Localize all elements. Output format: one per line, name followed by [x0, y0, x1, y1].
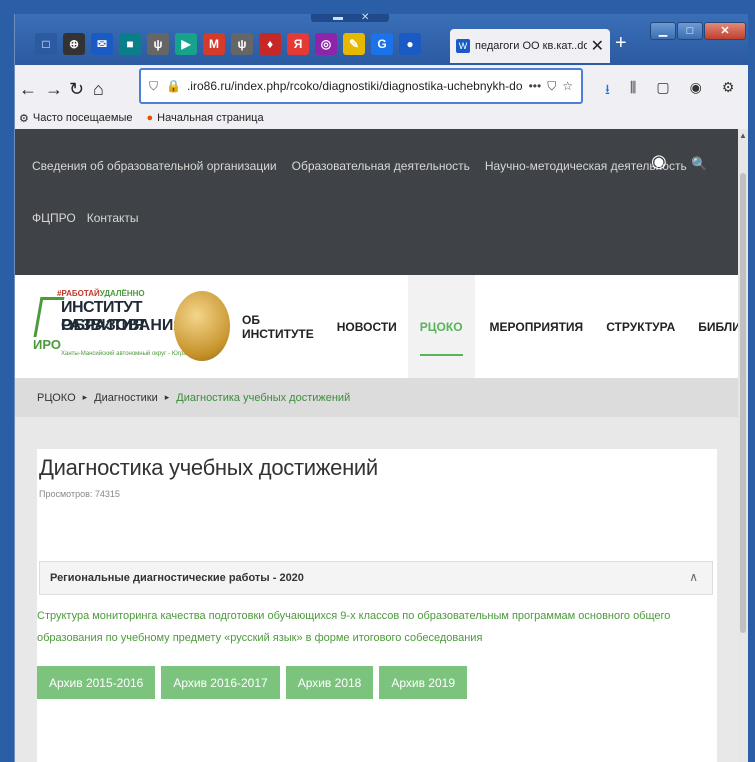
bookmark-most-visited[interactable]: ⚙ Часто посещаемые — [19, 112, 132, 125]
breadcrumb-item-current: Диагностика учебных достижений — [176, 391, 351, 404]
main-content: Диагностика учебных достижений Просмотро… — [37, 449, 717, 762]
scroll-up-icon[interactable]: ▲ — [739, 131, 747, 140]
tab-icon-12[interactable]: ✎ — [343, 33, 365, 55]
logo-region: Ханты-Мансийский автономный округ - Югра — [61, 351, 187, 357]
page-scrollbar[interactable]: ▲ — [738, 129, 748, 762]
logo-tagline: #РАБОТАЙУДАЛЁННО — [57, 289, 145, 298]
tab-icon-10[interactable]: Я — [287, 33, 309, 55]
bookmark-start-page[interactable]: ● Начальная страница — [146, 112, 263, 124]
close-icon[interactable]: ✕ — [361, 12, 369, 23]
toolbar-right-icons: ⭳ ⫼ ▢ ◉ ⚙ ≡ — [605, 79, 755, 103]
menu-item[interactable]: НОВОСТИ — [337, 275, 397, 378]
page-title: Диагностика учебных достижений — [39, 455, 378, 480]
menu-item[interactable]: ОБ ИНСТИТУТЕ — [242, 275, 314, 378]
site-top-nav: Сведения об образовательной организации О… — [15, 129, 738, 275]
breadcrumb-item-rcoko[interactable]: РЦОКО — [37, 392, 76, 404]
more-actions-icon[interactable]: ••• — [529, 79, 542, 93]
forward-button[interactable]: → — [45, 79, 63, 100]
accordion-title: Региональные диагностические работы - 20… — [50, 572, 304, 584]
scrollbar-thumb[interactable] — [740, 173, 746, 633]
menu-item[interactable]: СТРУКТУРА — [606, 275, 675, 378]
lock-icon[interactable]: 🔒 — [166, 79, 181, 93]
main-menu: ОБ ИНСТИТУТЕ НОВОСТИ РЦОКО МЕРОПРИЯТИЯ СТРУК… — [242, 275, 738, 378]
tab-icon-4[interactable]: ■ — [119, 33, 141, 55]
menu-item[interactable]: РЦОКО — [407, 275, 475, 378]
active-tab-title: педагоги ОО кв.кат..docx - По — [475, 40, 587, 52]
tab-icon-14[interactable]: ● — [399, 33, 421, 55]
archive-buttons: Архив 2015-2016 Архив 2016-2017 Архив 2018… — [37, 666, 473, 699]
pocket-icon[interactable]: ⛉ — [547, 79, 556, 94]
address-bar[interactable]: ⛉ 🔒 .iro86.ru/index.php/rcoko/diagnostik… — [139, 68, 583, 104]
tab-icon-5[interactable]: ψ — [147, 33, 169, 55]
close-window-button[interactable]: ✕ — [704, 22, 746, 40]
sidebar-icon[interactable]: ▢ — [656, 79, 669, 103]
archive-button[interactable]: Архив 2019 — [379, 666, 467, 699]
top-nav-link[interactable]: Контакты — [87, 211, 139, 225]
gear-icon: ⚙ — [19, 112, 29, 125]
eye-icon[interactable]: ◉ — [651, 151, 667, 172]
mini-window-bar: ▬ ✕ — [311, 12, 389, 23]
library-icon[interactable]: ⫼ — [630, 79, 636, 103]
breadcrumb: РЦОКО ▸ Диагностики ▸ Диагностика учебны… — [15, 378, 738, 417]
web-page: Сведения об образовательной организации О… — [15, 129, 738, 762]
url-text[interactable]: .iro86.ru/index.php/rcoko/diagnostiki/di… — [187, 79, 523, 93]
medal-icon — [174, 291, 230, 361]
tab-strip: □ ⊕ ✉ ■ ψ ▶ Mψ ♦ Я ◎ ✎ G ● — [35, 28, 427, 60]
minimize-button[interactable]: ▁ — [650, 22, 676, 40]
word-doc-icon: W — [456, 39, 470, 53]
breadcrumb-item-diagnostics[interactable]: Диагностики — [94, 392, 158, 404]
home-button[interactable]: ⌂ — [93, 79, 104, 100]
tab-icon-3[interactable]: ✉ — [91, 33, 113, 55]
tab-icon-11[interactable]: ◎ — [315, 33, 337, 55]
tab-icon-2[interactable]: ⊕ — [63, 33, 85, 55]
maximize-button[interactable]: □ — [677, 22, 703, 40]
back-button[interactable]: ← — [19, 79, 37, 100]
chevron-up-icon[interactable]: ∧ — [689, 570, 698, 584]
menu-item[interactable]: БИБЛИОТЕКА — [698, 275, 738, 378]
account-icon[interactable]: ◉ — [690, 79, 702, 103]
shield-icon[interactable]: ⛉ — [149, 79, 158, 94]
window-controls: ▁ □ ✕ — [649, 22, 746, 40]
site-header: #РАБОТАЙУДАЛЁННО ИНСТИТУТ РАЗВИТИЯ ОБРАЗ… — [15, 275, 738, 378]
archive-button[interactable]: Архив 2015-2016 — [37, 666, 156, 699]
archive-button[interactable]: Архив 2018 — [285, 666, 374, 699]
tab-icon-7[interactable]: M — [203, 33, 225, 55]
top-nav-link[interactable]: Сведения об образовательной организации — [32, 159, 277, 173]
tab-icon-9[interactable]: ♦ — [259, 33, 281, 55]
bookmark-star-icon[interactable]: ☆ — [562, 79, 573, 93]
archive-button[interactable]: Архив 2016-2017 — [161, 666, 280, 699]
active-tab[interactable]: W педагоги ОО кв.кат..docx - По ✕ — [450, 29, 610, 63]
download-icon[interactable]: ⭳ — [605, 79, 610, 103]
accordion-header[interactable]: Региональные диагностические работы - 20… — [39, 561, 713, 595]
chevron-right-icon: ▸ — [82, 392, 88, 402]
menu-item[interactable]: МЕРОПРИЯТИЯ — [490, 275, 584, 378]
tab-icon-1[interactable]: □ — [35, 33, 57, 55]
extension-icon[interactable]: ⚙ — [722, 79, 735, 103]
top-nav-link[interactable]: ФЦПРО — [32, 211, 76, 225]
tab-icon-6[interactable]: ▶ — [175, 33, 197, 55]
browser-window: ▬ ✕ □ ⊕ ✉ ■ ψ ▶ Mψ ♦ Я ◎ ✎ G ● W педагоги ОО кв.кат.… — [14, 12, 755, 762]
tab-icon-8[interactable]: ψ — [231, 33, 253, 55]
new-tab-button[interactable]: + — [615, 32, 627, 55]
title-bar: ▬ ✕ □ ⊕ ✉ ■ ψ ▶ Mψ ♦ Я ◎ ✎ G ● W педагоги ОО кв.кат.… — [15, 12, 748, 65]
top-nav-link[interactable]: Образовательная деятельность — [292, 159, 470, 173]
tab-close-icon[interactable]: ✕ — [591, 36, 604, 56]
top-nav-row-1: Сведения об образовательной организации О… — [32, 159, 702, 173]
chevron-right-icon: ▸ — [164, 392, 170, 402]
minimize-icon[interactable]: ▬ — [333, 12, 343, 23]
bookmarks-bar: ⚙ Часто посещаемые ● Начальная страница — [15, 107, 748, 129]
view-count: Просмотров: 74315 — [39, 489, 120, 499]
firefox-icon: ● — [146, 112, 154, 124]
tab-icon-13[interactable]: G — [371, 33, 393, 55]
navigation-toolbar: ← → ↻ ⌂ ⛉ 🔒 .iro86.ru/index.php/rcoko/di… — [15, 65, 755, 129]
top-nav-row-2: ФЦПРО Контакты — [32, 211, 150, 225]
logo-line-2: ОБРАЗОВАНИЯ — [61, 317, 185, 334]
description-link[interactable]: Структура мониторинга качества подготовк… — [37, 605, 717, 649]
search-icon[interactable]: 🔍 — [691, 156, 707, 172]
reload-button[interactable]: ↻ — [69, 79, 84, 100]
logo-abbr: ИРО — [33, 337, 61, 352]
logo-tree-icon — [33, 297, 65, 337]
